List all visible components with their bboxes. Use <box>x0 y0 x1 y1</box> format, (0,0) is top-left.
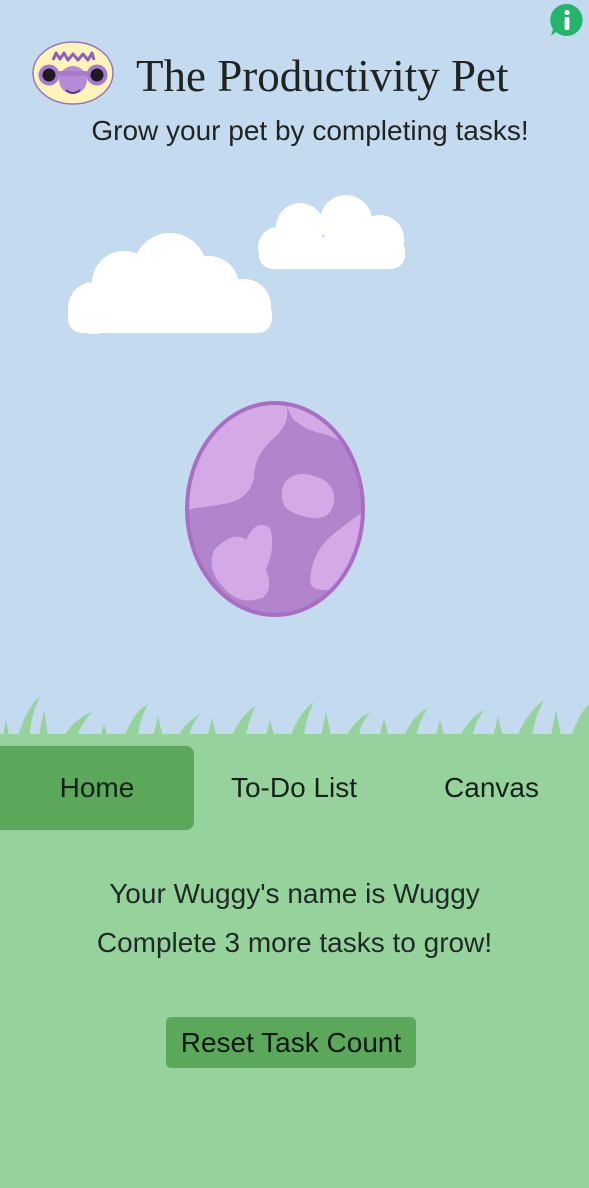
cloud-right <box>258 195 405 269</box>
header: The Productivity Pet Grow your pet by co… <box>0 0 589 160</box>
tab-todo-list[interactable]: To-Do List <box>194 746 394 830</box>
page-title: The Productivity Pet <box>136 51 509 101</box>
tab-canvas[interactable]: Canvas <box>394 746 589 830</box>
pet-egg <box>185 401 365 617</box>
wuggy-logo <box>32 41 114 105</box>
grass-strip <box>0 696 589 750</box>
grow-progress-message: Complete 3 more tasks to grow! <box>96 927 493 958</box>
page-subtitle: Grow your pet by completing tasks! <box>91 115 529 146</box>
cloud-left <box>68 233 272 334</box>
reset-task-count-button[interactable]: Reset Task Count <box>166 1017 416 1068</box>
pet-name-message: Your Wuggy's name is Wuggy <box>109 878 480 909</box>
tab-home[interactable]: Home <box>0 746 194 830</box>
main-nav: Home To-Do List Canvas <box>0 746 589 830</box>
